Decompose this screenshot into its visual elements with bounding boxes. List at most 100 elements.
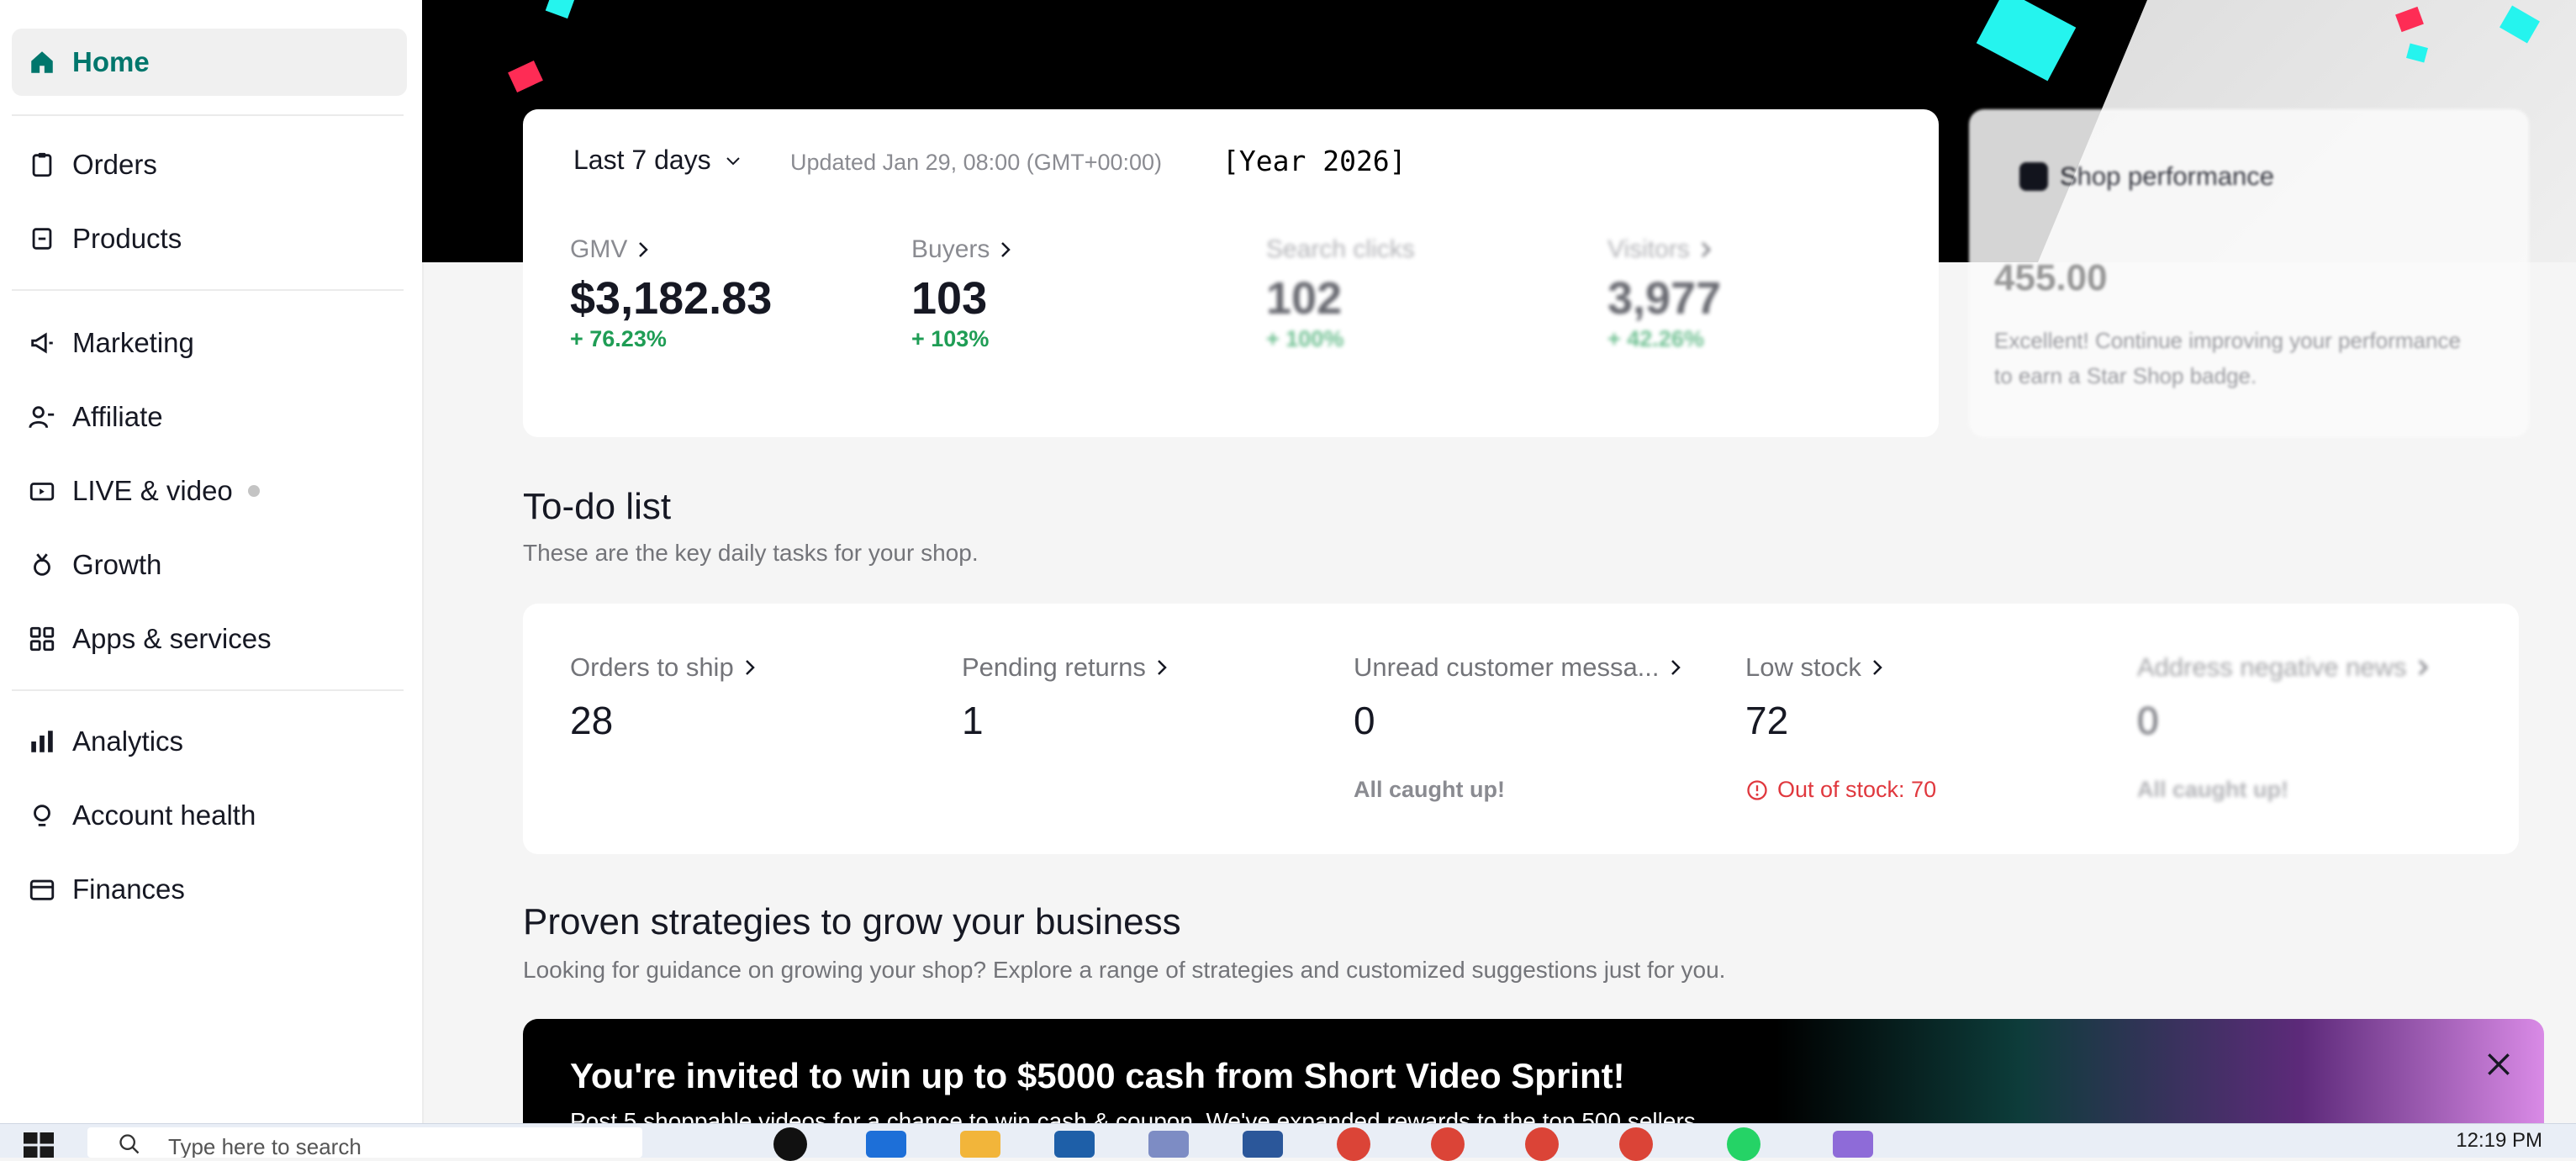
taskbar-app-icon[interactable] <box>1431 1127 1465 1161</box>
metric-value: 102 <box>1266 273 1343 324</box>
todo-unread-messages[interactable]: Unread customer messa... 0 All caught up… <box>1354 652 1683 803</box>
todo-label: Orders to ship <box>570 652 734 682</box>
shop-performance-card[interactable]: Shop performance 455.00 Excellent! Conti… <box>1969 109 2529 437</box>
taskbar-search-input[interactable]: Type here to search <box>87 1127 642 1158</box>
chevron-right-icon <box>745 660 755 675</box>
metric-search-clicks[interactable]: Search clicks 102 + 100% <box>1266 235 1415 352</box>
shop-badge-icon <box>2019 162 2048 191</box>
sidebar-item-label: Finances <box>72 873 185 905</box>
taskbar-app-icon[interactable] <box>1727 1127 1760 1161</box>
sidebar-item-orders[interactable]: Orders <box>12 131 407 198</box>
todo-subtitle: These are the key daily tasks for your s… <box>523 540 979 566</box>
sidebar-item-marketing[interactable]: Marketing <box>12 309 407 377</box>
todo-negative-reviews[interactable]: Address negative news 0 All caught up! <box>2137 652 2431 803</box>
notification-dot <box>247 485 260 497</box>
todo-value: 1 <box>962 699 984 742</box>
bulb-icon <box>27 800 57 831</box>
medal-icon <box>27 550 57 580</box>
todo-label: Low stock <box>1745 652 1861 682</box>
sidebar-item-label: Affiliate <box>72 401 163 432</box>
chevron-down-icon <box>726 156 740 165</box>
metric-value: 103 <box>911 273 988 324</box>
taskbar-app-icon[interactable] <box>1619 1127 1653 1161</box>
todo-label: Unread customer messa... <box>1354 652 1660 682</box>
sidebar-item-label: Home <box>72 46 150 77</box>
sidebar: Home Orders Products Marketing Affiliate… <box>0 0 424 1123</box>
metric-gmv[interactable]: GMV $3,182.83 + 76.23% <box>570 235 772 352</box>
metric-change: + 100% <box>1266 326 1344 351</box>
close-icon[interactable] <box>2482 1048 2515 1081</box>
taskbar-app-icon[interactable] <box>960 1131 1000 1158</box>
todo-value: 72 <box>1745 699 1789 742</box>
taskbar-app-icon[interactable] <box>1337 1127 1370 1161</box>
metric-value: 3,977 <box>1607 273 1722 324</box>
people-icon <box>27 402 57 432</box>
metric-label: GMV <box>570 235 628 263</box>
bar-chart-icon <box>27 726 57 757</box>
sidebar-item-label: Analytics <box>72 726 184 757</box>
taskbar-app-icon[interactable] <box>1243 1131 1283 1158</box>
todo-label: Pending returns <box>962 652 1146 682</box>
taskbar-app-icon[interactable] <box>1148 1131 1189 1158</box>
sidebar-divider <box>12 689 404 691</box>
sidebar-item-apps-services[interactable]: Apps & services <box>12 605 407 673</box>
promo-banner[interactable]: You're invited to win up to $5000 cash f… <box>523 1019 2544 1137</box>
sidebar-item-label: Growth <box>72 549 162 580</box>
sidebar-divider <box>12 289 404 291</box>
todo-value: 0 <box>1354 699 1375 742</box>
metrics-card: Last 7 days Updated Jan 29, 08:00 (GMT+0… <box>523 109 1939 437</box>
sidebar-item-products[interactable]: Products <box>12 205 407 272</box>
taskbar: Type here to search 12:19 PM <box>0 1123 2576 1161</box>
shop-performance-value: 455.00 <box>1994 257 2108 298</box>
shop-performance-text: Excellent! Continue improving your perfo… <box>1994 328 2461 388</box>
metric-value: $3,182.83 <box>570 273 773 324</box>
metric-label: Search clicks <box>1266 235 1415 263</box>
sidebar-item-growth[interactable]: Growth <box>12 531 407 599</box>
todo-low-stock[interactable]: Low stock 72 Out of stock: 70 <box>1745 652 1936 803</box>
todo-value: 0 <box>2137 699 2159 742</box>
metric-visitors[interactable]: Visitors 3,977 + 42.26% <box>1607 235 1721 352</box>
shop-performance-title: Shop performance <box>2060 161 2275 191</box>
todo-card: Orders to ship 28 Pending returns 1 Unre… <box>523 604 2519 854</box>
chevron-right-icon <box>1671 660 1681 675</box>
megaphone-icon <box>27 328 57 358</box>
search-icon <box>119 1134 140 1154</box>
windows-start-icon[interactable] <box>24 1132 54 1158</box>
taskbar-app-icon[interactable] <box>1833 1131 1873 1158</box>
taskbar-app-icon[interactable] <box>866 1131 906 1158</box>
todo-orders-to-ship[interactable]: Orders to ship 28 <box>570 652 757 743</box>
date-range-dropdown[interactable]: Last 7 days <box>573 145 743 176</box>
chevron-right-icon <box>1157 660 1167 675</box>
sidebar-item-label: LIVE & video <box>72 475 233 506</box>
clipboard-icon <box>27 150 57 180</box>
wallet-icon <box>27 874 57 905</box>
sidebar-item-analytics[interactable]: Analytics <box>12 708 407 775</box>
sidebar-item-affiliate[interactable]: Affiliate <box>12 383 407 451</box>
strategies-title: Proven strategies to grow your business <box>523 901 1181 942</box>
metric-buyers[interactable]: Buyers 103 + 103% <box>911 235 1013 352</box>
box-icon <box>27 224 57 254</box>
sidebar-item-live-video[interactable]: LIVE & video <box>12 457 407 525</box>
todo-note: All caught up! <box>1354 777 1505 802</box>
taskbar-app-icon[interactable] <box>1054 1131 1095 1158</box>
sidebar-item-label: Apps & services <box>72 623 272 654</box>
taskbar-app-icon[interactable] <box>1525 1127 1559 1161</box>
metric-label: Visitors <box>1607 235 1690 263</box>
confetti <box>508 61 543 92</box>
sidebar-item-label: Orders <box>72 149 157 180</box>
metric-change: + 76.23% <box>570 326 667 351</box>
todo-note: All caught up! <box>2137 777 2288 802</box>
updated-timestamp: Updated Jan 29, 08:00 (GMT+00:00) <box>790 150 1163 175</box>
confetti <box>545 0 575 19</box>
sidebar-item-finances[interactable]: Finances <box>12 856 407 923</box>
sidebar-item-account-health[interactable]: Account health <box>12 782 407 849</box>
sidebar-item-home[interactable]: Home <box>12 29 407 96</box>
sidebar-divider <box>12 114 404 116</box>
todo-note: Out of stock: 70 <box>1777 777 1937 802</box>
home-icon <box>27 47 57 77</box>
taskbar-app-icon[interactable] <box>773 1127 807 1161</box>
metric-change: + 103% <box>911 326 990 351</box>
todo-pending-returns[interactable]: Pending returns 1 <box>962 652 1169 743</box>
year-note: [Year 2026] <box>1222 145 1407 177</box>
strategies-subtitle: Looking for guidance on growing your sho… <box>523 957 1726 983</box>
